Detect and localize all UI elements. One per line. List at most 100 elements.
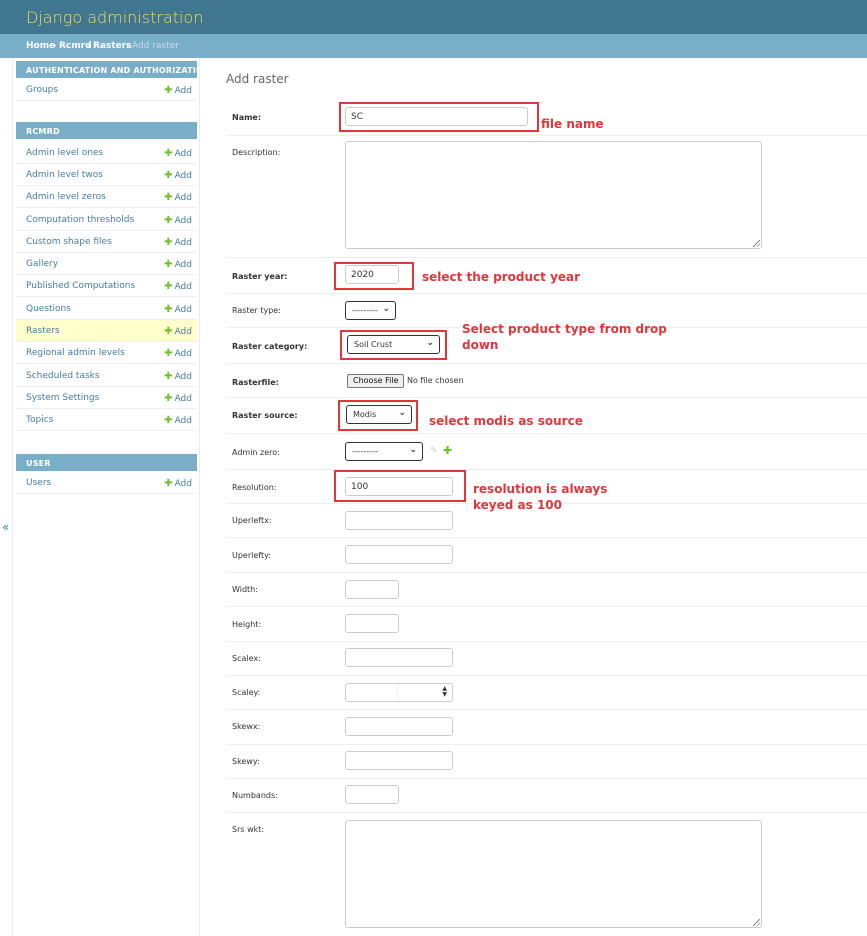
plus-icon[interactable]: ✚ [443,444,452,457]
raster-category-select[interactable]: Soil Crust ⌄ [347,335,440,354]
spinner-icon[interactable]: ▲ ▼ [442,686,447,698]
resolution-input[interactable]: 100 [345,477,453,496]
sidebar-item-link[interactable]: System Settings [26,393,99,403]
add-link[interactable]: ✚ Add [164,237,192,248]
sidebar-item-link[interactable]: Custom shape files [26,237,112,247]
breadcrumb-separator: › [126,41,130,51]
form-row-width: Width: [226,573,867,607]
add-link[interactable]: ✚ Add [164,192,192,203]
raster-source-select[interactable]: Modis ⌄ [346,405,412,424]
field-label: Raster source: [232,411,298,420]
plus-icon: ✚ [164,215,173,226]
add-link[interactable]: ✚ Add [164,304,192,315]
plus-icon: ✚ [164,304,173,315]
uperleftx-input[interactable] [345,511,453,530]
add-link[interactable]: ✚ Add [164,215,192,226]
annotation-product-year: select the product year [422,270,581,284]
sidebar-item-link[interactable]: Admin level ones [26,148,103,158]
collapse-arrow-icon: « [2,520,10,534]
add-link[interactable]: ✚ Add [164,281,192,292]
resize-grip-icon[interactable] [753,919,760,926]
add-link[interactable]: ✚ Add [164,415,192,426]
add-link[interactable]: ✚ Add [164,348,192,359]
sidebar-item-link[interactable]: Admin level twos [26,170,103,180]
field-label: Height: [232,620,262,629]
module-caption-auth[interactable]: AUTHENTICATION AND AUTHORIZATION [16,61,210,78]
sidebar-item-topics: Topics ✚ Add [16,409,197,431]
resize-grip-icon[interactable] [753,240,760,247]
sidebar-item-link[interactable]: Regional admin levels [26,348,125,358]
raster-year-input[interactable]: 2020 [345,265,399,284]
add-link[interactable]: ✚ Add [164,170,192,181]
height-input[interactable] [345,614,399,633]
plus-icon: ✚ [164,170,173,181]
sidebar-item-regional-admin-levels: Regional admin levels ✚ Add [16,342,197,364]
field-label: Numbands: [232,791,278,800]
plus-icon: ✚ [164,85,173,96]
form-row-description: Description: [226,136,867,258]
sidebar-item-scheduled-tasks: Scheduled tasks ✚ Add [16,365,197,387]
sidebar-item-admin-level-twos: Admin level twos ✚ Add [16,164,197,186]
sidebar-item-link[interactable]: Users [26,478,51,488]
add-link[interactable]: ✚ Add [164,478,192,489]
raster-type-select[interactable]: --------- ⌄ [345,301,396,320]
plus-icon: ✚ [164,393,173,404]
sidebar-item-link[interactable]: Groups [26,85,58,95]
field-label: Resolution: [232,483,277,492]
toggle-nav-sidebar[interactable]: « [0,58,13,936]
site-title[interactable]: Django administration [26,8,203,27]
scalex-input[interactable] [345,648,453,667]
annotation-product-type-1: Select product type from drop [462,322,667,336]
field-label: Raster type: [232,306,281,315]
sidebar-item-link[interactable]: Questions [26,304,71,314]
plus-icon: ✚ [164,281,173,292]
sidebar-item-link[interactable]: Rasters [26,326,60,336]
raster-source-selected: Modis [353,410,377,419]
name-input[interactable]: SC [345,107,528,126]
skewx-input[interactable] [345,717,453,736]
sidebar-item-link[interactable]: Scheduled tasks [26,371,100,381]
add-link[interactable]: ✚ Add [164,371,192,382]
add-link[interactable]: ✚ Add [164,393,192,404]
annotation-product-type-2: down [462,338,499,352]
numbands-input[interactable] [345,785,399,804]
width-input[interactable] [345,580,399,599]
breadcrumb-home[interactable]: Home [26,41,55,51]
field-label: Scalex: [232,654,261,663]
sidebar-item-link[interactable]: Gallery [26,259,58,269]
raster-category-selected: Soil Crust [354,340,393,349]
sidebar-item-link[interactable]: Published Computations [26,281,135,291]
admin-page: Django administration Home › Rcmrd › Ras… [0,0,867,936]
skewy-input[interactable] [345,751,453,770]
admin-zero-select[interactable]: --------- ⌄ [345,442,423,461]
sidebar-item-link[interactable]: Topics [26,415,53,425]
add-groups-link[interactable]: ✚ Add [164,85,192,96]
uperlefty-input[interactable] [345,545,453,564]
sidebar-item-computation-thresholds: Computation thresholds ✚ Add [16,209,197,231]
sidebar-item-admin-level-zeros: Admin level zeros ✚ Add [16,186,197,208]
add-link[interactable]: ✚ Add [164,259,192,270]
field-label: Rasterfile: [232,378,279,387]
pencil-icon[interactable]: ✎ [430,446,438,456]
sidebar-item-link[interactable]: Admin level zeros [26,192,106,202]
module-caption-user[interactable]: USER [16,454,197,471]
site-header: Django administration [0,0,867,34]
module-caption-rcmrd[interactable]: RCMRD [16,122,197,139]
srs-wkt-textarea[interactable] [345,820,762,928]
scaley-input[interactable]: ▲ ▼ [345,683,453,702]
plus-icon: ✚ [164,478,173,489]
sidebar-item-link[interactable]: Computation thresholds [26,215,134,225]
form-row-skewx: Skewx: [226,710,867,745]
choose-file-button[interactable]: Choose File [347,374,405,388]
sidebar-item-questions: Questions ✚ Add [16,298,197,320]
plus-icon: ✚ [164,259,173,270]
plus-icon: ✚ [164,415,173,426]
field-label: Description: [232,148,281,157]
form-row-srs-wkt: Srs wkt: [226,813,867,936]
add-link[interactable]: ✚ Add [164,148,192,159]
raster-type-selected: --------- [352,306,378,315]
plus-icon: ✚ [164,148,173,159]
description-textarea[interactable] [345,141,762,249]
add-link[interactable]: ✚ Add [164,326,192,337]
breadcrumb-separator: › [87,41,91,51]
